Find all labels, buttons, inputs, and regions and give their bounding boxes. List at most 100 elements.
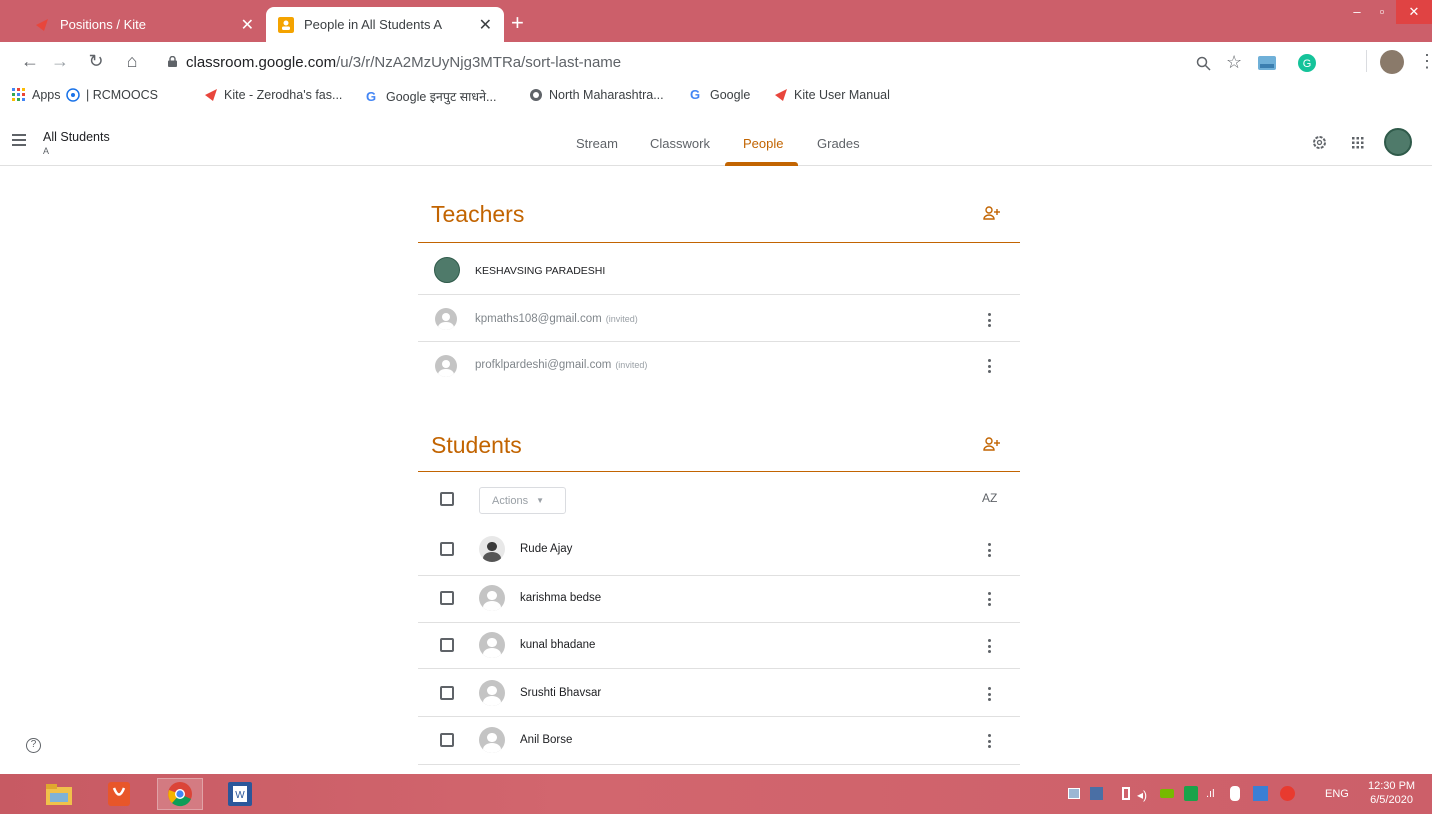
language-indicator[interactable]: ENG [1325, 788, 1349, 800]
browser-menu-icon[interactable]: ⋮ [1418, 51, 1432, 72]
students-heading: Students [431, 432, 522, 458]
battery-icon[interactable] [1122, 787, 1130, 800]
student-checkbox[interactable] [440, 638, 454, 652]
bookmark-north-maharashtra[interactable]: North Maharashtra... [529, 88, 664, 102]
student-checkbox[interactable] [440, 591, 454, 605]
student-name[interactable]: Anil Borse [520, 734, 572, 746]
account-avatar[interactable] [1384, 128, 1412, 156]
quick-heal-icon[interactable] [1184, 786, 1198, 801]
forward-icon[interactable]: → [48, 51, 72, 72]
more-options-icon[interactable] [987, 639, 991, 653]
minimize-icon[interactable]: ‒ [1346, 0, 1368, 24]
new-tab-button[interactable]: + [511, 12, 524, 34]
teacher-email[interactable]: kpmaths108@gmail.com (invited) [475, 313, 638, 325]
teacher-name[interactable]: KESHAVSING PARADESHI [475, 265, 605, 277]
google-g-icon: G [366, 88, 377, 104]
invite-student-icon[interactable] [983, 437, 1001, 451]
student-name[interactable]: Srushti Bhavsar [520, 687, 601, 699]
select-all-checkbox[interactable] [440, 492, 454, 506]
close-tab-icon[interactable]: ✕ [479, 15, 492, 35]
teacher-email[interactable]: profklpardeshi@gmail.com (invited) [475, 359, 647, 371]
network-tray-icon[interactable] [1253, 786, 1268, 801]
more-options-icon[interactable] [987, 359, 991, 373]
actions-dropdown[interactable]: Actions ▼ [479, 487, 566, 514]
main-menu-icon[interactable] [12, 134, 26, 146]
more-options-icon[interactable] [987, 543, 991, 557]
bookmark-label: Apps [32, 88, 61, 102]
chrome-taskbar-icon[interactable] [157, 778, 203, 810]
home-icon[interactable]: ⌂ [120, 51, 144, 72]
row-divider [418, 622, 1020, 623]
bookmark-star-icon[interactable]: ☆ [1226, 52, 1242, 73]
grammarly-icon[interactable]: G [1298, 54, 1316, 72]
gear-icon[interactable] [1312, 135, 1327, 150]
row-divider [418, 341, 1020, 342]
student-checkbox[interactable] [440, 733, 454, 747]
sort-az-button[interactable]: AZ [982, 491, 997, 505]
tab-people[interactable]: People [743, 136, 783, 151]
student-checkbox[interactable] [440, 542, 454, 556]
bookmark-label: Kite User Manual [794, 88, 890, 102]
browser-tab-people[interactable]: People in All Students A ✕ [266, 7, 504, 42]
zoom-icon[interactable] [1196, 56, 1211, 71]
help-icon[interactable]: ? [26, 738, 41, 753]
kite-logo-icon [775, 89, 787, 101]
browser-tab-strip: Positions / Kite ✕ People in All Student… [0, 0, 1432, 42]
university-icon [530, 89, 542, 101]
bluetooth-icon[interactable] [1230, 786, 1240, 801]
restore-icon[interactable]: ▫ [1370, 0, 1394, 24]
google-apps-icon[interactable] [1352, 137, 1364, 149]
lock-icon[interactable] [168, 56, 177, 67]
student-name[interactable]: kunal bhadane [520, 639, 595, 651]
reload-icon[interactable]: ↻ [84, 51, 108, 72]
invited-badge: (invited) [605, 314, 638, 324]
actions-label: Actions [492, 494, 529, 507]
google-g-icon: G [690, 87, 701, 102]
bookmark-google-input[interactable]: G Google इनपुट साधने... [366, 88, 496, 105]
avatar [435, 355, 457, 377]
tab-grades[interactable]: Grades [817, 136, 860, 151]
tray-app-icon[interactable] [1068, 788, 1080, 799]
bookmark-google[interactable]: G Google [690, 87, 750, 103]
address-bar[interactable]: classroom.google.com/u/3/r/NzA2MzUyNjg3M… [186, 54, 621, 71]
close-window-icon[interactable]: ✕ [1396, 0, 1432, 24]
more-options-icon[interactable] [987, 734, 991, 748]
svg-text:W: W [235, 790, 245, 801]
url-path: /u/3/r/NzA2MzUyNjg3MTRa/sort-last-name [336, 54, 622, 71]
svg-text:G: G [1303, 58, 1312, 70]
student-checkbox[interactable] [440, 686, 454, 700]
profile-avatar[interactable] [1380, 50, 1404, 74]
bookmark-apps[interactable]: Apps [12, 88, 61, 102]
close-tab-icon[interactable]: ✕ [241, 15, 254, 35]
extension-icon[interactable] [1258, 56, 1276, 70]
tab-stream[interactable]: Stream [576, 136, 618, 151]
word-app-icon[interactable]: W [217, 778, 263, 810]
kite-logo-icon [205, 89, 217, 101]
teachers-heading: Teachers [431, 201, 525, 227]
bookmark-rcmoocs[interactable]: | RCMOOCS [66, 88, 158, 102]
email-text: profklpardeshi@gmail.com [475, 359, 612, 371]
signal-icon[interactable]: .ıl [1206, 788, 1215, 800]
browser-tab-kite[interactable]: Positions / Kite ✕ [22, 7, 266, 42]
tab-classwork[interactable]: Classwork [650, 136, 710, 151]
student-name[interactable]: Rude Ajay [520, 543, 572, 555]
nvidia-icon[interactable] [1160, 789, 1174, 798]
file-explorer-icon[interactable] [36, 778, 82, 810]
volume-icon[interactable]: ◂) [1137, 788, 1147, 802]
bookmark-kite-manual[interactable]: Kite User Manual [774, 88, 890, 102]
student-name[interactable]: karishma bedse [520, 592, 601, 604]
more-options-icon[interactable] [987, 687, 991, 701]
more-options-icon[interactable] [987, 592, 991, 606]
bookmark-kite[interactable]: Kite - Zerodha's fas... [204, 88, 342, 102]
system-clock[interactable]: 12:30 PM 6/5/2020 [1368, 779, 1415, 807]
antivirus-tray-icon[interactable] [1280, 786, 1295, 801]
tab-title: People in All Students A [304, 17, 443, 32]
more-options-icon[interactable] [987, 313, 991, 327]
avatar [479, 680, 505, 706]
class-name[interactable]: All Students [43, 130, 110, 144]
pdf-app-icon[interactable] [96, 778, 142, 810]
invite-teacher-icon[interactable] [983, 206, 1001, 220]
invited-badge: (invited) [615, 360, 648, 370]
action-center-icon[interactable] [1090, 787, 1103, 800]
back-icon[interactable]: ← [18, 51, 42, 72]
